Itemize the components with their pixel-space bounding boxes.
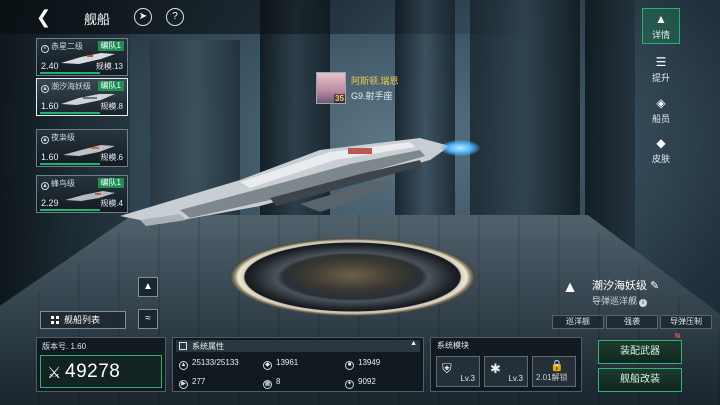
module-slot[interactable]: ⛨ Lv.3 [436,356,480,387]
emblem-icon: ▲ [655,12,667,26]
ship-card-rating: 2.40 [41,61,59,71]
tab-upgrade[interactable]: ☰ 提升 [642,52,680,88]
system-attributes-panel: 系统属性 ▲ ▲ 25133/25133 ◆ 13961 ■ 13949 ▶ 277 ▦… [172,337,424,392]
shield-icon: ■ [345,361,354,370]
attributes-title: 系统属性 [192,342,224,351]
grid-icon [51,316,59,324]
fleet-badge: 编队1 [97,41,124,51]
back-button[interactable]: ❮ [36,7,56,27]
chevron-left-icon: ❮ [36,7,52,27]
cruiser-emblem-icon: ▲ [562,279,578,296]
edit-icon[interactable]: ✎ [650,280,659,292]
class-icon: ▲ [41,85,49,93]
ship-card-name: 蜂鸟级 [51,179,75,188]
ship-card-name: 夜枭级 [51,133,75,142]
ship-card[interactable]: × 赤星二级 编队1 2.40 规模.13 [36,38,128,76]
engine-glow [440,140,480,156]
system-modules-panel: 系统模块 ⛨ Lv.3 ✱ Lv.3 🔒 2.01解锁 [430,337,582,392]
grid-icon: ▦ [263,380,272,389]
pilot-name: 阿斯顿.瑞恩 [351,76,399,86]
ship-card-bar [40,209,100,211]
landing-pad-core [292,254,412,296]
tab-skin[interactable]: ◆ 皮肤 [642,133,680,169]
attr-shield: ■ 13949 [345,358,380,370]
tag-label: 巡洋舰 [552,315,604,329]
tag-label: 导弹压制 [660,315,712,329]
ship-list-button[interactable]: 舰船列表 [40,311,126,329]
ship-card-rating: 1.60 [41,101,59,111]
repair-module-icon: ✱ [490,361,501,376]
fleet-filter-button[interactable]: ▲ [138,277,158,297]
attr-structure: ▲ 25133/25133 [179,358,239,370]
ship-card-bar [40,72,100,74]
ship-card-selected[interactable]: ▲ 潮汐海妖级 编队1 1.60 规模.8 [36,78,128,116]
expand-toggle-icon[interactable]: ▲ [410,340,417,347]
ship-card-bar [40,112,100,114]
equip-weapon-button[interactable]: 装配武器 [598,340,682,364]
fleet-badge: 编队1 [97,81,124,91]
page-title: 舰船 [84,12,111,27]
ship-card-rating: 2.29 [41,198,59,208]
swords-icon: ⚔ [47,365,62,382]
tab-details[interactable]: ▲ 详情 [642,8,680,44]
pilot-seat: G9.射手座 [351,91,393,101]
upgrade-icon: ☰ [655,55,667,69]
rocket-icon: ➤ [138,11,148,22]
top-bar: ❮ 舰船 ➤ ? [0,0,720,34]
ship-card[interactable]: ▲ 夜枭级 1.60 规模.6 [36,129,128,167]
structure-icon: ▲ [179,361,188,370]
attr-armor: ◆ 13961 [263,358,298,370]
ship-card-scale: 规模.13 [95,62,123,71]
target-icon: × [41,45,49,53]
attributes-icon [179,342,187,350]
ship-class-type: 导弹巡洋舰 [592,296,638,306]
new-badge: N [675,333,681,340]
modify-ship-button[interactable]: 舰船改装 [598,368,682,392]
armor-icon: ◆ [263,361,272,370]
ship-card-rating: 1.60 [41,152,59,162]
ship-card-name: 潮汐海妖级 [51,82,91,91]
module-slot[interactable]: ✱ Lv.3 [484,356,528,387]
module-slot-locked[interactable]: 🔒 2.01解锁 [532,356,576,387]
attr-speed: ▶ 277 [179,377,205,389]
ship-pedia-button[interactable]: ➤ [134,8,152,26]
class-icon: ▲ [41,182,49,190]
module-unlock-label: 2.01解锁 [536,373,568,382]
shield-module-icon: ⛨ [442,361,452,376]
module-level: Lv.3 [460,374,475,383]
ship-class-panel: ▲ 潮汐海妖级 ✎ 导弹巡洋舰 i 巡洋舰 强袭 导弹压制 [552,272,712,332]
ship-card-bar [40,163,100,165]
ship-model[interactable] [120,120,480,230]
ship-card-scale: 规模.6 [100,153,123,162]
attr-energy: ✦ 9092 [345,377,376,389]
ship-card-name: 赤星二级 [51,42,83,51]
fleet-badge: 编队1 [97,178,124,188]
lock-icon: 🔒 [550,360,564,372]
ship-card-scale: 规模.8 [100,102,123,111]
tab-crew[interactable]: ◈ 船员 [642,93,680,129]
help-button[interactable]: ? [166,8,184,26]
info-icon[interactable]: i [639,299,648,307]
tag-label: 强袭 [606,315,658,329]
speed-icon: ▶ [179,380,188,389]
pilot-level: 35 [334,94,345,103]
class-icon: ▲ [41,136,49,144]
ship-class-name: 潮汐海妖级 [592,280,647,292]
question-icon: ? [172,11,178,22]
skin-icon: ◆ [656,136,666,150]
ship-tags: 巡洋舰 强袭 导弹压制 [552,315,712,329]
combat-power-panel: 版本号. 1.60 ⚔ 49278 [36,337,166,392]
crew-icon: ◈ [656,96,666,110]
emblem-icon: ▲ [143,281,153,292]
attr-grid: ▦ 8 [263,377,281,389]
combat-power-value: 49278 [65,361,121,382]
compare-button[interactable]: ≈ [138,309,158,329]
energy-icon: ✦ [345,380,354,389]
wings-icon: ≈ [145,313,151,324]
ship-card-scale: 规模.4 [100,199,123,208]
version-label: 版本号. 1.60 [42,342,87,351]
ship-card[interactable]: ▲ 蜂鸟级 编队1 2.29 规模.4 [36,175,128,213]
modules-title: 系统模块 [437,341,469,350]
module-level: Lv.3 [508,374,523,383]
